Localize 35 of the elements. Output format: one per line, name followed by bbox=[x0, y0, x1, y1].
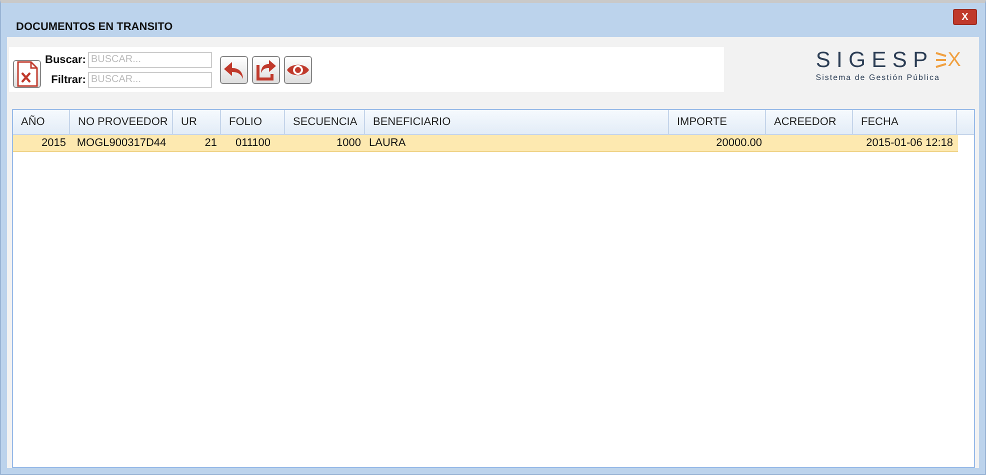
table-row[interactable]: 2015 MOGL900317D44 21 011100 1000 LAURA 20000.00 2015-01-06 12:18 bbox=[13, 135, 958, 152]
filter-label: Filtrar: bbox=[51, 74, 86, 86]
column-header[interactable]: AÑO bbox=[13, 110, 70, 134]
table-cell: 20000.00 bbox=[716, 137, 762, 149]
table-cell: 2015 bbox=[42, 137, 66, 149]
search-label: Buscar: bbox=[45, 54, 86, 66]
share-button[interactable] bbox=[252, 56, 280, 84]
column-header[interactable]: BENEFICIARIO bbox=[365, 110, 669, 134]
stripes-icon bbox=[934, 51, 947, 69]
table-cell: 1000 bbox=[336, 137, 361, 149]
forward-arrow-icon bbox=[254, 58, 277, 80]
search-field[interactable]: BUSCAR... bbox=[88, 52, 212, 68]
undo-arrow-icon bbox=[222, 60, 245, 80]
view-button[interactable] bbox=[284, 56, 312, 84]
column-header[interactable]: ACREEDOR bbox=[766, 110, 853, 134]
column-header[interactable]: NO PROVEEDOR bbox=[70, 110, 173, 134]
close-button[interactable]: X bbox=[953, 9, 977, 25]
filter-field[interactable]: BUSCAR... bbox=[88, 72, 212, 88]
logo-wordmark: SIGESP bbox=[816, 47, 934, 73]
table-cell: 21 bbox=[204, 137, 217, 149]
spreadsheet-file-icon bbox=[15, 60, 39, 86]
column-header[interactable]: FECHA bbox=[853, 110, 957, 134]
column-header[interactable]: UR bbox=[173, 110, 221, 134]
logo-tagline: Sistema de Gestión Pública bbox=[816, 73, 940, 82]
table-cell: 2015-01-06 12:18 bbox=[866, 137, 953, 149]
excel-export-button[interactable] bbox=[13, 60, 41, 88]
column-header[interactable]: FOLIO bbox=[221, 110, 285, 134]
window-title: DOCUMENTOS EN TRANSITO bbox=[16, 21, 173, 35]
table-cell: MOGL900317D44 bbox=[76, 137, 166, 149]
table-cell: LAURA bbox=[369, 137, 406, 149]
logo-suffix: X bbox=[948, 48, 961, 72]
column-header[interactable]: IMPORTE bbox=[669, 110, 766, 134]
table-cell: 011100 bbox=[235, 137, 271, 149]
column-header[interactable]: SECUENCIA bbox=[285, 110, 365, 134]
back-button[interactable] bbox=[220, 56, 248, 84]
